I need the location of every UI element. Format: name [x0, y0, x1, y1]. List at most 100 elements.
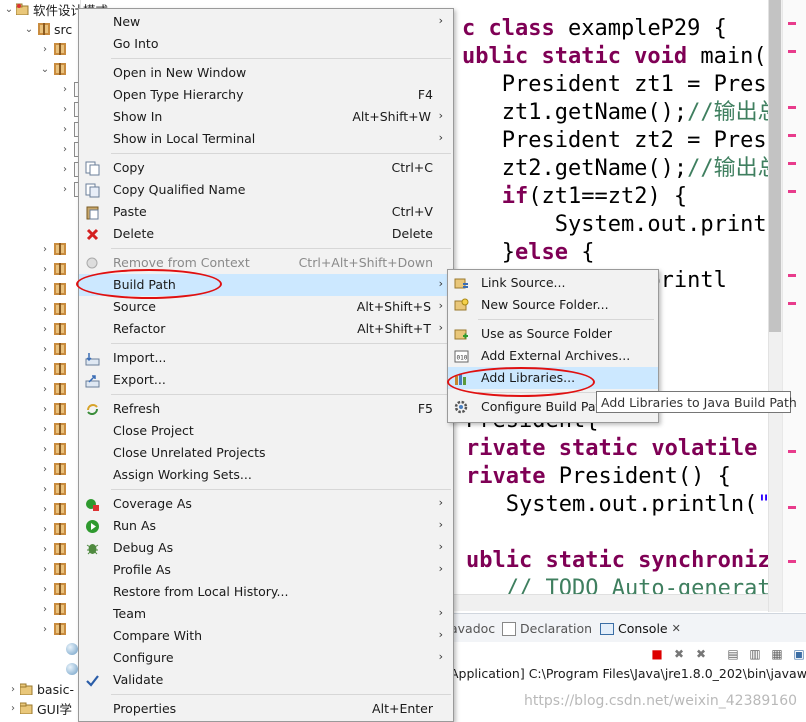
submenu-item-use-as-source-folder[interactable]: Use as Source Folder — [448, 323, 658, 345]
tree-row[interactable]: › — [40, 40, 66, 58]
expand-arrow-icon[interactable]: › — [40, 464, 50, 475]
scroll-lock-icon[interactable]: ▥ — [748, 647, 762, 661]
menu-item-profile-as[interactable]: Profile As › — [79, 559, 453, 581]
menu-item-go-into[interactable]: Go Into — [79, 33, 453, 55]
tree-row-project-gui[interactable]: › GUI学 — [8, 699, 72, 717]
tree-row[interactable]: › — [40, 580, 66, 598]
close-icon[interactable]: ✕ — [672, 622, 681, 635]
expand-arrow-icon[interactable]: ⌄ — [40, 64, 50, 75]
expand-arrow-icon[interactable]: › — [40, 264, 50, 275]
expand-arrow-icon[interactable]: › — [60, 124, 70, 135]
menu-item-configure[interactable]: Configure › — [79, 647, 453, 669]
menu-item-debug-as[interactable]: Debug As › — [79, 537, 453, 559]
submenu-item-add-external-archives[interactable]: 010 Add External Archives... — [448, 345, 658, 367]
tree-row[interactable]: › — [40, 620, 66, 638]
annotation-marker[interactable] — [788, 190, 796, 193]
annotation-marker[interactable] — [788, 162, 796, 165]
expand-arrow-icon[interactable]: › — [40, 484, 50, 495]
tree-row[interactable]: › — [40, 240, 66, 258]
annotation-marker[interactable] — [788, 274, 796, 277]
expand-arrow-icon[interactable]: › — [60, 184, 70, 195]
pin-console-icon[interactable]: ▣ — [792, 647, 806, 661]
menu-item-open-in-new-window[interactable]: Open in New Window — [79, 62, 453, 84]
expand-arrow-icon[interactable]: › — [40, 504, 50, 515]
menu-item-validate[interactable]: Validate — [79, 669, 453, 691]
expand-arrow-icon[interactable]: › — [60, 84, 70, 95]
tree-row[interactable]: › — [40, 340, 66, 358]
terminate-icon[interactable]: ■ — [650, 647, 664, 661]
expand-arrow-icon[interactable]: › — [40, 344, 50, 355]
tab-javadoc[interactable]: avadoc — [450, 621, 495, 636]
tree-row[interactable]: › — [40, 540, 66, 558]
expand-arrow-icon[interactable]: › — [8, 684, 18, 695]
tree-row[interactable]: › — [40, 320, 66, 338]
expand-arrow-icon[interactable]: › — [40, 384, 50, 395]
menu-item-export[interactable]: Export... — [79, 369, 453, 391]
expand-arrow-icon[interactable]: › — [40, 324, 50, 335]
menu-item-paste[interactable]: Paste Ctrl+V — [79, 201, 453, 223]
tree-row[interactable]: › — [40, 440, 66, 458]
tree-row[interactable]: › — [40, 280, 66, 298]
expand-arrow-icon[interactable]: › — [40, 604, 50, 615]
editor-horizontal-scrollbar[interactable] — [450, 594, 768, 611]
tree-row[interactable] — [52, 660, 78, 678]
submenu-item-new-source-folder[interactable]: New Source Folder... — [448, 294, 658, 316]
tree-row[interactable]: › — [40, 500, 66, 518]
collapse-arrow-icon[interactable]: ⌄ — [4, 4, 14, 15]
tree-row[interactable]: › — [40, 380, 66, 398]
tree-row[interactable]: › — [40, 400, 66, 418]
menu-item-refactor[interactable]: Refactor Alt+Shift+T › — [79, 318, 453, 340]
tree-row[interactable]: › — [40, 560, 66, 578]
menu-item-team[interactable]: Team › — [79, 603, 453, 625]
expand-arrow-icon[interactable]: › — [60, 164, 70, 175]
tree-row[interactable]: › — [40, 480, 66, 498]
expand-arrow-icon[interactable]: › — [40, 244, 50, 255]
annotation-marker[interactable] — [788, 450, 796, 453]
tree-row[interactable]: › — [40, 520, 66, 538]
annotation-marker[interactable] — [788, 106, 796, 109]
expand-arrow-icon[interactable]: › — [40, 564, 50, 575]
annotation-marker[interactable] — [788, 22, 796, 25]
expand-arrow-icon[interactable]: › — [40, 624, 50, 635]
menu-item-new[interactable]: New › — [79, 11, 453, 33]
menu-item-show-in[interactable]: Show In Alt+Shift+W › — [79, 106, 453, 128]
expand-arrow-icon[interactable]: › — [40, 444, 50, 455]
tree-row[interactable]: ⌄ — [40, 60, 66, 78]
clear-console-icon[interactable]: ▤ — [726, 647, 740, 661]
expand-arrow-icon[interactable]: › — [40, 584, 50, 595]
expand-arrow-icon[interactable]: › — [8, 703, 18, 714]
collapse-arrow-icon[interactable]: ⌄ — [24, 24, 34, 35]
expand-arrow-icon[interactable]: › — [40, 364, 50, 375]
tree-row[interactable]: › — [40, 420, 66, 438]
menu-item-close-project[interactable]: Close Project — [79, 420, 453, 442]
annotation-marker[interactable] — [788, 50, 796, 53]
expand-arrow-icon[interactable]: › — [40, 404, 50, 415]
menu-item-restore-from-local-history[interactable]: Restore from Local History... — [79, 581, 453, 603]
menu-item-copy[interactable]: Copy Ctrl+C — [79, 157, 453, 179]
expand-arrow-icon[interactable]: › — [40, 44, 50, 55]
expand-arrow-icon[interactable]: › — [40, 304, 50, 315]
tree-row-src[interactable]: ⌄ src — [24, 20, 72, 38]
menu-item-run-as[interactable]: Run As › — [79, 515, 453, 537]
tree-row-project-basic[interactable]: › basic- — [8, 680, 74, 698]
tree-row[interactable]: › — [40, 600, 66, 618]
expand-arrow-icon[interactable]: › — [40, 424, 50, 435]
menu-item-close-unrelated-projects[interactable]: Close Unrelated Projects — [79, 442, 453, 464]
submenu-item-link-source[interactable]: Link Source... — [448, 272, 658, 294]
menu-item-show-in-local-terminal[interactable]: Show in Local Terminal › — [79, 128, 453, 150]
expand-arrow-icon[interactable]: › — [40, 544, 50, 555]
annotation-marker[interactable] — [788, 560, 796, 563]
scrollbar-thumb[interactable] — [769, 0, 781, 332]
menu-item-refresh[interactable]: Refresh F5 — [79, 398, 453, 420]
menu-item-properties[interactable]: Properties Alt+Enter — [79, 698, 453, 720]
tree-row[interactable]: › — [40, 460, 66, 478]
expand-arrow-icon[interactable]: › — [40, 524, 50, 535]
annotation-marker[interactable] — [788, 134, 796, 137]
tree-row[interactable]: › — [40, 260, 66, 278]
menu-item-coverage-as[interactable]: Coverage As › — [79, 493, 453, 515]
tree-row[interactable] — [52, 640, 78, 658]
annotation-marker[interactable] — [788, 302, 796, 305]
expand-arrow-icon[interactable]: › — [60, 104, 70, 115]
tree-row[interactable]: › — [40, 360, 66, 378]
menu-item-import[interactable]: Import... — [79, 347, 453, 369]
